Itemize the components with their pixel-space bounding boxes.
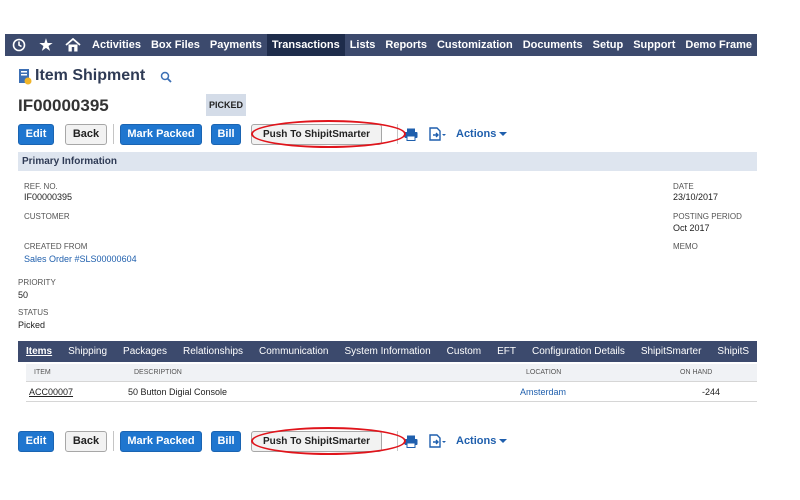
nav-transactions[interactable]: Transactions (266, 34, 345, 56)
date-label: DATE (673, 182, 694, 191)
home-icon[interactable] (60, 34, 87, 56)
ref-no-value: IF00000395 (24, 192, 73, 202)
nav-support[interactable]: Support (628, 34, 680, 56)
ref-no-label: REF. NO. (24, 182, 58, 191)
priority-value: 50 (18, 290, 29, 300)
nav-customization[interactable]: Customization (432, 34, 518, 56)
primary-information-header[interactable]: Primary Information (18, 152, 757, 171)
posting-period-label: POSTING PERIOD (673, 212, 742, 221)
back-button[interactable]: Back (65, 123, 107, 145)
highlight-circle (251, 120, 406, 148)
memo-label: MEMO (673, 242, 698, 251)
highlight-circle (251, 427, 406, 455)
chevron-down-icon (499, 132, 508, 136)
bill-button[interactable]: Bill (211, 430, 241, 452)
nav-lists[interactable]: Lists (345, 34, 381, 56)
favorites-star-icon[interactable]: ★ (32, 34, 59, 56)
item-description: 50 Button Digial Console (128, 387, 228, 397)
column-header-on-hand[interactable]: ON HAND (680, 369, 712, 376)
nav-activities[interactable]: Activities (87, 34, 146, 56)
print-icon[interactable] (404, 435, 418, 448)
mark-packed-button[interactable]: Mark Packed (120, 123, 202, 145)
tab-shipitsmarter[interactable]: ShipitSmarter (633, 341, 710, 362)
print-icon[interactable] (404, 128, 418, 141)
item-on-hand: -244 (702, 387, 721, 397)
priority-label: PRIORITY (18, 278, 56, 287)
actions-menu[interactable]: Actions (456, 128, 508, 140)
actions-menu[interactable]: Actions (456, 435, 508, 447)
date-value: 23/10/2017 (673, 192, 719, 202)
item-location[interactable]: Amsterdam (520, 387, 566, 397)
tab-configuration-details[interactable]: Configuration Details (524, 341, 633, 362)
tab-shipitsmarter-more[interactable]: ShipitS (709, 341, 757, 362)
column-header-description[interactable]: DESCRIPTION (134, 369, 182, 376)
shipment-record-icon (19, 69, 32, 85)
edit-button[interactable]: Edit (18, 430, 54, 452)
edit-button[interactable]: Edit (18, 123, 54, 145)
export-document-icon[interactable] (428, 127, 446, 141)
nav-documents[interactable]: Documents (518, 34, 588, 56)
created-from-label: CREATED FROM (24, 242, 88, 251)
bill-button[interactable]: Bill (211, 123, 241, 145)
nav-payments[interactable]: Payments (205, 34, 267, 56)
back-button[interactable]: Back (65, 430, 107, 452)
status-value: Picked (18, 320, 46, 330)
record-id: IF00000395 (18, 96, 109, 115)
nav-setup[interactable]: Setup (588, 34, 629, 56)
status-label: STATUS (18, 308, 49, 317)
status-badge: PICKED (206, 94, 246, 116)
mark-packed-button[interactable]: Mark Packed (120, 430, 202, 452)
column-header-location[interactable]: LOCATION (526, 369, 561, 376)
top-navigation: ★ Activities Box Files Payments Transact… (5, 34, 757, 56)
toolbar-divider (113, 124, 114, 144)
tab-relationships[interactable]: Relationships (175, 341, 251, 362)
column-header-item[interactable]: ITEM (34, 369, 51, 376)
customer-label: CUSTOMER (24, 212, 70, 221)
tab-shipping[interactable]: Shipping (60, 341, 115, 362)
recent-records-icon[interactable] (5, 34, 32, 56)
toolbar-divider (113, 431, 114, 451)
export-document-icon[interactable] (428, 434, 446, 448)
actions-label: Actions (456, 435, 497, 447)
chevron-down-icon (499, 439, 508, 443)
actions-label: Actions (456, 128, 497, 140)
tab-system-information[interactable]: System Information (337, 341, 439, 362)
tab-items[interactable]: Items (18, 341, 60, 362)
nav-demo-frame[interactable]: Demo Frame (680, 34, 757, 56)
items-table-header: ITEM DESCRIPTION LOCATION ON HAND (26, 364, 757, 382)
posting-period-value: Oct 2017 (673, 223, 710, 233)
tab-custom[interactable]: Custom (439, 341, 489, 362)
search-icon[interactable] (160, 71, 172, 83)
page-title: Item Shipment (35, 67, 146, 84)
nav-box-files[interactable]: Box Files (146, 34, 205, 56)
tab-communication[interactable]: Communication (251, 341, 336, 362)
tab-eft[interactable]: EFT (489, 341, 524, 362)
item-link[interactable]: ACC00007 (29, 387, 73, 397)
subtab-bar: Items Shipping Packages Relationships Co… (18, 341, 757, 362)
created-from-link[interactable]: Sales Order #SLS00000604 (24, 254, 137, 264)
nav-reports[interactable]: Reports (380, 34, 432, 56)
tab-packages[interactable]: Packages (115, 341, 175, 362)
table-row[interactable]: ACC00007 50 Button Digial Console Amster… (26, 383, 757, 402)
